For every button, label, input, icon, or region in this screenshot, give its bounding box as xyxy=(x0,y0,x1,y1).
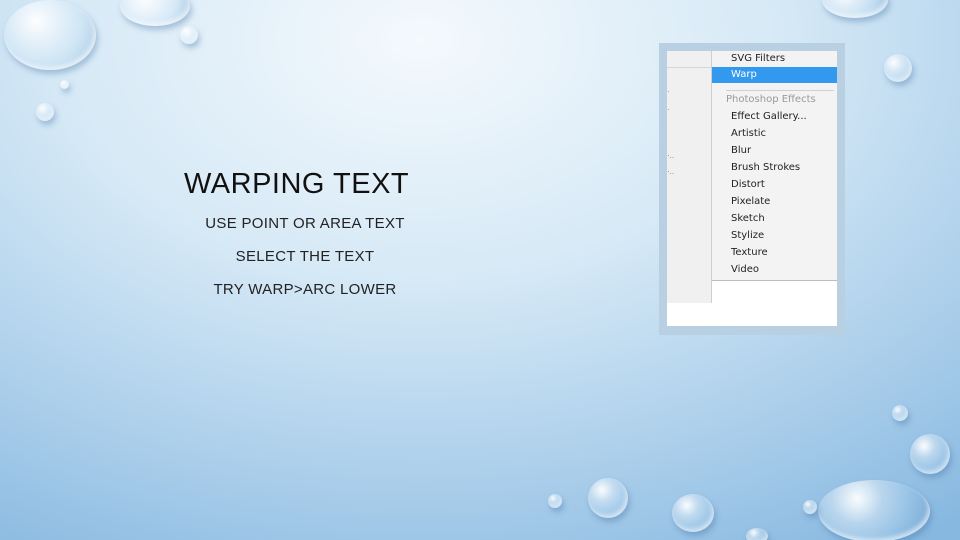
slide-title: WARPING TEXT xyxy=(184,168,410,200)
menu-item-texture[interactable]: Texture xyxy=(731,247,768,258)
truncated-menu-mark: ·.. xyxy=(667,151,675,160)
water-drop xyxy=(746,528,768,540)
water-drop xyxy=(818,480,930,540)
bullet-point: SELECT THE TEXT xyxy=(235,248,375,265)
water-drop xyxy=(588,478,628,518)
menu-item-effect-gallery[interactable]: Effect Gallery... xyxy=(731,111,807,122)
menu-item-stylize[interactable]: Stylize xyxy=(731,230,764,241)
truncated-menu-mark: · xyxy=(667,105,670,114)
water-drop xyxy=(822,0,888,18)
water-drop xyxy=(36,103,54,121)
menu-item-video[interactable]: Video xyxy=(731,264,759,275)
menu-item-artistic[interactable]: Artistic xyxy=(731,128,766,139)
menu-item-warp-label: Warp xyxy=(731,69,757,80)
screenshot-canvas: · · ·.. ·.. SVG Filters Warp Photoshop E… xyxy=(667,51,837,326)
menu-screenshot: · · ·.. ·.. SVG Filters Warp Photoshop E… xyxy=(659,43,845,335)
truncated-menu-mark: · xyxy=(667,87,670,96)
water-drop xyxy=(180,26,198,44)
bullet-point: USE POINT OR AREA TEXT xyxy=(205,215,405,232)
truncated-menu-mark: ·.. xyxy=(667,167,675,176)
menu-item-blur[interactable]: Blur xyxy=(731,145,751,156)
menu-divider xyxy=(667,67,711,68)
slide: WARPING TEXT USE POINT OR AREA TEXT SELE… xyxy=(0,0,960,540)
menu-separator xyxy=(726,90,834,91)
water-drop xyxy=(4,0,96,70)
water-drop xyxy=(672,494,714,532)
water-drop xyxy=(120,0,190,26)
water-drop xyxy=(548,494,562,508)
water-drop xyxy=(910,434,950,474)
effects-submenu: SVG Filters Warp Photoshop Effects Effec… xyxy=(712,51,837,281)
menu-item-distort[interactable]: Distort xyxy=(731,179,765,190)
water-drop xyxy=(803,500,817,514)
menu-item-warp[interactable]: Warp xyxy=(712,67,837,83)
menu-item-brush-strokes[interactable]: Brush Strokes xyxy=(731,162,800,173)
menu-item-pixelate[interactable]: Pixelate xyxy=(731,196,770,207)
parent-menu-strip: · · ·.. ·.. xyxy=(667,51,712,303)
menu-item-svg-filters[interactable]: SVG Filters xyxy=(731,53,785,64)
menu-header-photoshop-effects: Photoshop Effects xyxy=(726,94,816,105)
water-drop xyxy=(892,405,908,421)
bullet-point: TRY WARP>ARC LOWER xyxy=(213,281,397,298)
menu-item-sketch[interactable]: Sketch xyxy=(731,213,765,224)
water-drop xyxy=(884,54,912,82)
water-drop xyxy=(60,80,69,89)
